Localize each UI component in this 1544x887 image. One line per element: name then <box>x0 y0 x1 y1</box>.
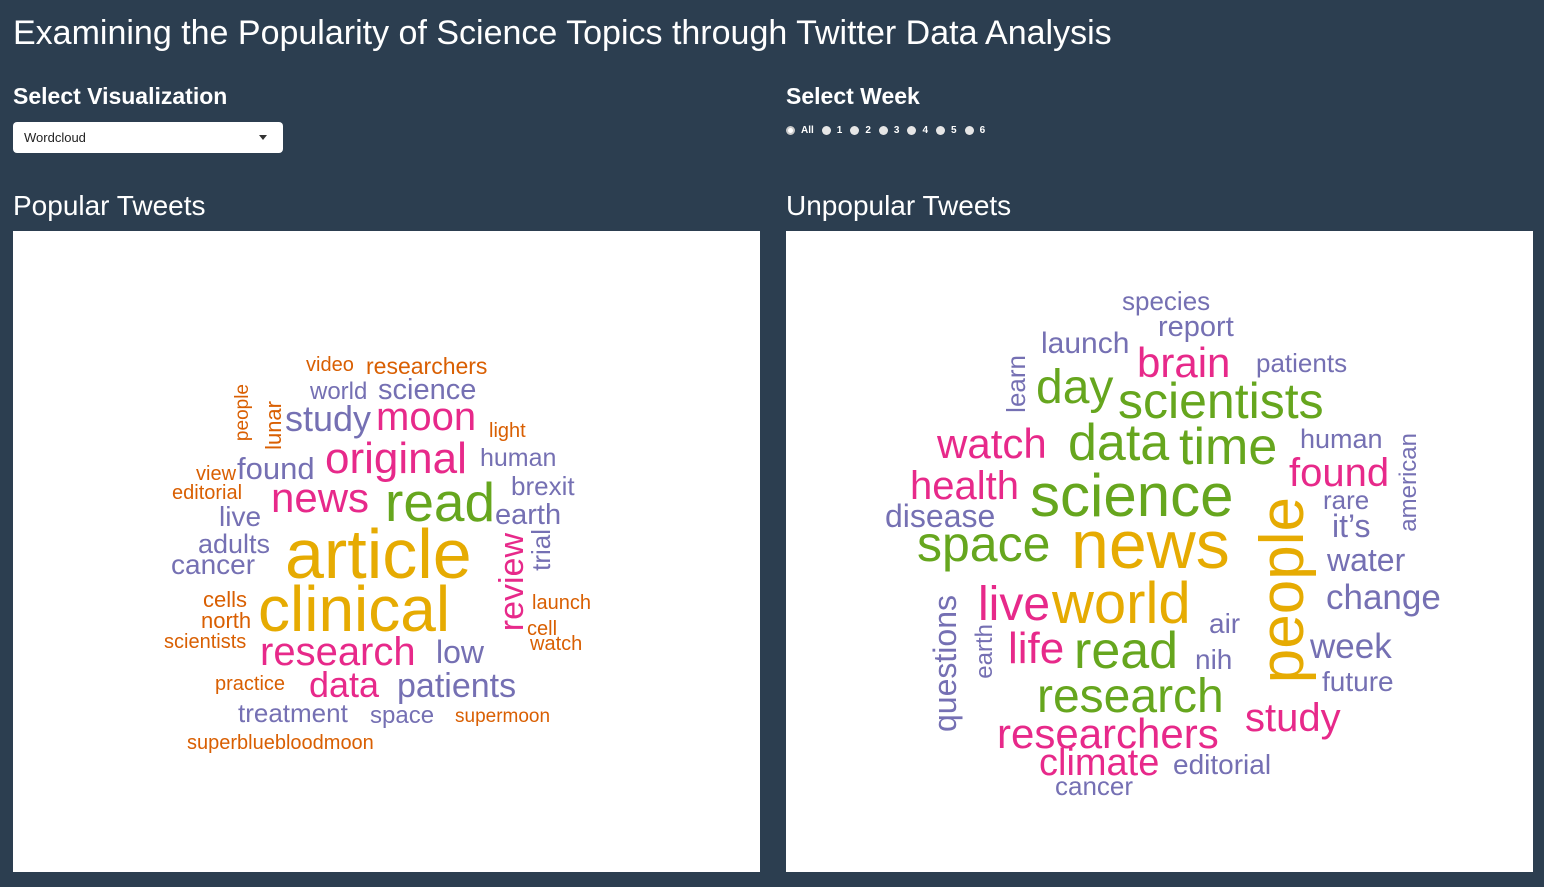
wordcloud-word: brexit <box>511 471 575 501</box>
wordcloud-word: north <box>201 608 252 633</box>
wordcloud-word: space <box>917 516 1051 572</box>
wordcloud-word: treatment <box>238 698 348 728</box>
wordcloud-word: watch <box>937 420 1047 467</box>
app-title: Examining the Popularity of Science Topi… <box>13 14 1112 52</box>
week-radio-6[interactable]: 6 <box>964 125 985 136</box>
wordcloud-word: supermoon <box>455 706 551 727</box>
caret-down-icon <box>259 135 267 140</box>
wordcloud-word: human <box>480 444 557 472</box>
wordcloud-word: people <box>1248 497 1317 684</box>
wordcloud-word: patients <box>397 667 517 705</box>
wordcloud-word: light <box>489 420 526 442</box>
popular-wordcloud: video researchers world science people l… <box>13 231 760 872</box>
wordcloud-word: live <box>219 501 262 532</box>
unpopular-title: Unpopular Tweets <box>786 190 1012 221</box>
wordcloud-word: water <box>1327 542 1406 578</box>
wordcloud-word: launch <box>532 592 591 614</box>
wordcloud-word: american <box>1395 433 1422 532</box>
wordcloud-word: review <box>493 533 531 632</box>
wordcloud-word: report <box>1158 311 1234 343</box>
wordcloud-word: earth <box>495 499 562 531</box>
wordcloud-word: video <box>306 354 354 376</box>
wordcloud-word: news <box>1071 507 1230 583</box>
wordcloud-word: people <box>232 384 253 442</box>
wordcloud-word: air <box>1209 608 1241 639</box>
visualization-select[interactable]: Wordcloud <box>13 122 283 153</box>
unpopular-wordcloud: species report launch brain patients lea… <box>786 231 1533 872</box>
popular-title: Popular Tweets <box>13 190 206 221</box>
radio-icon[interactable] <box>878 126 888 135</box>
wordcloud-word: day <box>1036 361 1114 414</box>
wordcloud-word: earth <box>971 624 998 679</box>
wordcloud-word: study <box>1245 696 1341 740</box>
wordcloud-word: study <box>285 398 372 439</box>
wordcloud-word: cancer <box>171 549 256 580</box>
wordcloud-word: launch <box>1041 327 1130 360</box>
wordcloud-word: lunar <box>261 401 286 450</box>
week-radio-1[interactable]: 1 <box>821 125 842 136</box>
visualization-label: Select Visualization <box>13 83 228 109</box>
radio-icon[interactable] <box>907 126 917 135</box>
radio-icon[interactable] <box>936 126 946 135</box>
wordcloud-word: watch <box>530 633 583 655</box>
wordcloud-word: editorial <box>172 482 243 504</box>
radio-icon[interactable] <box>850 126 860 135</box>
wordcloud-word: it’s <box>1332 508 1371 544</box>
week-radio-all[interactable]: All <box>786 125 814 136</box>
wordcloud-word: change <box>1326 578 1441 617</box>
week-radio-group: All 1 2 3 4 5 6 <box>786 125 993 136</box>
week-radio-3[interactable]: 3 <box>878 125 899 136</box>
wordcloud-word: news <box>271 474 370 521</box>
wordcloud-word: view <box>196 463 237 485</box>
week-radio-2[interactable]: 2 <box>850 125 871 136</box>
wordcloud-word: low <box>436 634 485 670</box>
wordcloud-word: space <box>370 702 435 729</box>
radio-icon[interactable] <box>821 126 831 135</box>
wordcloud-word: editorial <box>1173 749 1272 780</box>
week-radio-4[interactable]: 4 <box>907 125 928 136</box>
wordcloud-word: moon <box>376 395 477 439</box>
wordcloud-word: trial <box>526 529 556 571</box>
wordcloud-word: week <box>1310 627 1392 666</box>
wordcloud-word: learn <box>1001 355 1031 413</box>
wordcloud-word: future <box>1322 666 1394 697</box>
wordcloud-word: human <box>1300 424 1383 454</box>
week-radio-5[interactable]: 5 <box>936 125 957 136</box>
wordcloud-word: live <box>978 578 1051 631</box>
wordcloud-word: questions <box>927 595 963 732</box>
radio-icon[interactable] <box>964 126 974 135</box>
week-label: Select Week <box>786 83 920 109</box>
radio-selected-icon[interactable] <box>786 126 795 135</box>
visualization-select-value: Wordcloud <box>24 130 86 145</box>
wordcloud-word: life <box>1008 624 1065 673</box>
wordcloud-word: cancer <box>1055 771 1134 801</box>
wordcloud-word: practice <box>215 673 286 695</box>
wordcloud-word: scientists <box>164 631 247 653</box>
wordcloud-word: superbluebloodmoon <box>187 732 374 754</box>
